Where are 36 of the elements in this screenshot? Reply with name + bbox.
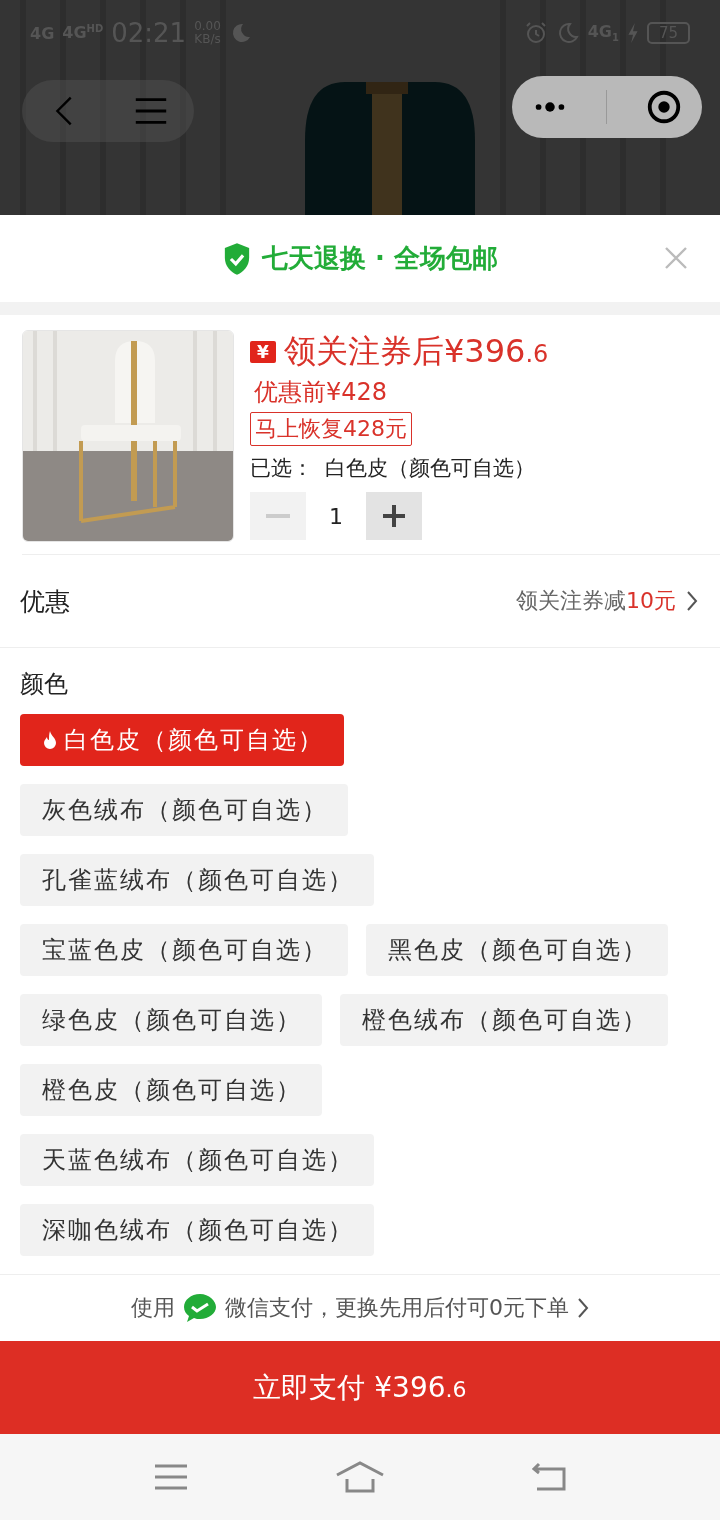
color-option[interactable]: 黑色皮（颜色可自选）	[366, 924, 668, 976]
color-option[interactable]: 宝蓝色皮（颜色可自选）	[20, 924, 348, 976]
section-title: 颜色	[20, 669, 69, 700]
close-icon[interactable]	[664, 246, 688, 270]
color-option[interactable]: 深咖色绒布（颜色可自选）	[20, 1204, 374, 1256]
selected-value: 白色皮（颜色可自选）	[325, 455, 535, 482]
color-option[interactable]: 橙色皮（颜色可自选）	[20, 1064, 322, 1116]
color-option[interactable]: 白色皮（颜色可自选）	[20, 714, 344, 766]
pay-button[interactable]: 立即支付 ¥396.6	[0, 1341, 720, 1434]
payment-note-prefix: 使用	[131, 1294, 175, 1322]
chat-check-icon	[183, 1292, 217, 1324]
color-option[interactable]: 孔雀蓝绒布（颜色可自选）	[20, 854, 374, 906]
chevron-right-icon[interactable]	[577, 1297, 589, 1319]
home-icon[interactable]	[335, 1461, 385, 1493]
flame-icon	[42, 730, 58, 750]
banner-text: 七天退换 · 全场包邮	[262, 242, 498, 275]
selected-label: 已选：	[250, 455, 313, 482]
color-option[interactable]: 橙色绒布（颜色可自选）	[340, 994, 668, 1046]
increase-button[interactable]	[366, 492, 422, 540]
color-option[interactable]: 绿色皮（颜色可自选）	[20, 994, 322, 1046]
original-price: 优惠前¥428	[253, 377, 388, 408]
color-option[interactable]: 灰色绒布（颜色可自选）	[20, 784, 348, 836]
discount-text[interactable]: 领关注券减10元	[516, 586, 676, 616]
restore-price-tag: 马上恢复428元	[250, 412, 412, 446]
menu-icon[interactable]	[153, 1462, 189, 1492]
minus-icon	[266, 514, 290, 518]
quantity-value: 1	[328, 503, 344, 529]
chevron-right-icon[interactable]	[686, 590, 698, 612]
shield-check-icon	[222, 241, 252, 276]
back-icon[interactable]	[531, 1462, 567, 1492]
color-option[interactable]: 天蓝色绒布（颜色可自选）	[20, 1134, 374, 1186]
coupon-price: 领关注券后¥396.6	[284, 331, 549, 372]
coupon-icon: ¥	[250, 341, 276, 363]
plus-icon	[382, 504, 406, 528]
payment-note[interactable]: 微信支付，更换先用后付可0元下单	[225, 1293, 569, 1323]
discount-label: 优惠	[20, 585, 70, 618]
